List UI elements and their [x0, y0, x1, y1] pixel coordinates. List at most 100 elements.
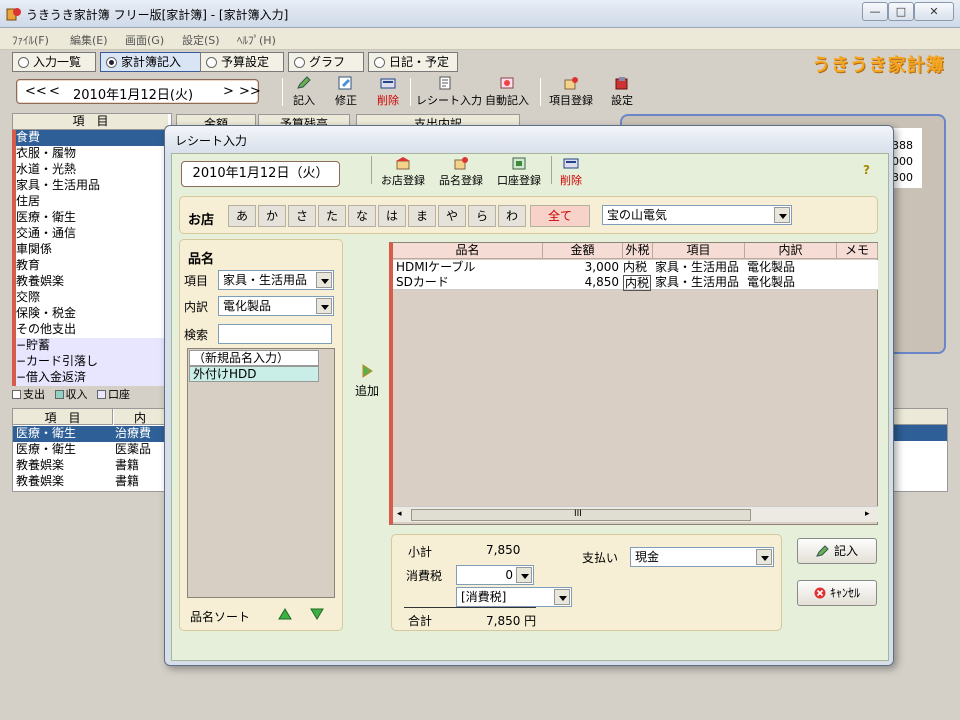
- category-item[interactable]: 教養娯楽: [12, 274, 168, 290]
- category-item[interactable]: その他支出: [12, 322, 168, 338]
- item-register-button[interactable]: 項目登録: [546, 76, 596, 110]
- tab-ledger-entry[interactable]: 家計簿記入: [100, 52, 202, 72]
- dialog-delete-button[interactable]: 削除: [555, 156, 587, 188]
- kana-filter-sa[interactable]: さ: [288, 205, 316, 227]
- detail-select[interactable]: 電化製品: [218, 296, 334, 316]
- tax-amount-select[interactable]: 0: [456, 565, 534, 585]
- col-header-amount[interactable]: 金額: [543, 243, 623, 259]
- delete-button[interactable]: 削除: [372, 76, 404, 110]
- scroll-thumb[interactable]: III: [411, 509, 751, 521]
- entry-row[interactable]: 教養娯楽 書籍: [13, 474, 166, 490]
- entry-row[interactable]: 医療・衛生 医薬品: [13, 442, 166, 458]
- category-item[interactable]: 医療・衛生: [12, 210, 168, 226]
- close-button[interactable]: ✕: [914, 2, 954, 21]
- scroll-grip: III: [574, 509, 582, 519]
- chevron-down-icon[interactable]: [316, 298, 332, 314]
- save-label: 記入: [833, 544, 858, 558]
- kana-filter-ra[interactable]: ら: [468, 205, 496, 227]
- search-input[interactable]: [218, 324, 332, 344]
- chevron-down-icon[interactable]: [316, 272, 332, 288]
- save-button[interactable]: 記入: [797, 538, 877, 564]
- add-label: 追加: [354, 384, 379, 398]
- add-button[interactable]: 追加: [349, 364, 385, 398]
- sort-down-icon[interactable]: [310, 608, 324, 620]
- kana-filter-ma[interactable]: ま: [408, 205, 436, 227]
- shop-register-button[interactable]: お店登録: [377, 156, 429, 188]
- col-header-name[interactable]: 品名: [393, 243, 543, 259]
- prev-month-button[interactable]: <<: [25, 84, 47, 99]
- category-item[interactable]: 衣服・履物: [12, 146, 168, 162]
- scroll-left-icon[interactable]: ◂: [397, 509, 402, 519]
- kana-filter-ya[interactable]: や: [438, 205, 466, 227]
- menu-view[interactable]: 画面(G): [125, 32, 164, 48]
- payment-select[interactable]: 現金: [630, 547, 774, 567]
- receipt-input-button[interactable]: レシート入力: [416, 76, 482, 110]
- minimize-button[interactable]: —: [862, 2, 888, 21]
- sort-up-icon[interactable]: [278, 608, 292, 620]
- kana-filter-all[interactable]: 全て: [530, 205, 590, 227]
- write-button[interactable]: 記入: [288, 76, 320, 110]
- category-item[interactable]: 水道・光熱: [12, 162, 168, 178]
- category-item[interactable]: 住居: [12, 194, 168, 210]
- category-item[interactable]: −貯蓄: [12, 338, 168, 354]
- item-name-register-button[interactable]: 品名登録: [435, 156, 487, 188]
- next-day-button[interactable]: >: [223, 84, 234, 99]
- category-item[interactable]: −カード引落し: [12, 354, 168, 370]
- maximize-button[interactable]: □: [888, 2, 914, 21]
- help-icon[interactable]: ?: [863, 163, 870, 177]
- receipt-date[interactable]: 2010年1月12日（火）: [181, 161, 340, 187]
- category-item[interactable]: 車関係: [12, 242, 168, 258]
- col-header-tax[interactable]: 外税: [623, 243, 653, 259]
- col-header-memo[interactable]: メモ: [837, 243, 878, 259]
- menu-help[interactable]: ﾍﾙﾌﾟ(H): [237, 32, 276, 48]
- list-item[interactable]: （新規品名入力）: [189, 350, 319, 366]
- kana-filter-a[interactable]: あ: [228, 205, 256, 227]
- cancel-button[interactable]: ｷｬﾝｾﾙ: [797, 580, 877, 606]
- menu-edit[interactable]: 編集(E): [70, 32, 108, 48]
- category-item[interactable]: 家具・生活用品: [12, 178, 168, 194]
- chevron-down-icon[interactable]: [756, 549, 772, 565]
- menu-settings[interactable]: 設定(S): [182, 32, 220, 48]
- tab-diary[interactable]: 日記・予定: [368, 52, 458, 72]
- kana-filter-ka[interactable]: か: [258, 205, 286, 227]
- tab-input-list[interactable]: 入力一覧: [12, 52, 96, 72]
- tax-type-select[interactable]: [消費税]: [456, 587, 572, 607]
- edit-button[interactable]: 修正: [330, 76, 362, 110]
- col-header-category[interactable]: 項目: [653, 243, 745, 259]
- auto-entry-button[interactable]: 自動記入: [480, 76, 534, 110]
- category-item[interactable]: 交際: [12, 290, 168, 306]
- col-header-detail[interactable]: 内訳: [745, 243, 837, 259]
- kana-filter-ta[interactable]: た: [318, 205, 346, 227]
- account-icon: [512, 157, 526, 170]
- table-row[interactable]: SDカード 4,850 内税 家具・生活用品 電化製品: [393, 275, 878, 291]
- cell-amount: 4,850: [584, 275, 619, 289]
- chevron-down-icon[interactable]: [774, 207, 790, 223]
- category-item[interactable]: 交通・通信: [12, 226, 168, 242]
- settings-button[interactable]: 設定: [606, 76, 638, 110]
- category-item[interactable]: 教育: [12, 258, 168, 274]
- entry-row[interactable]: 教養娯楽 書籍: [13, 458, 166, 474]
- category-item[interactable]: −借入金返済: [12, 370, 168, 386]
- kana-filter-wa[interactable]: わ: [498, 205, 526, 227]
- horizontal-scrollbar[interactable]: ◂ III ▸: [393, 506, 878, 522]
- entry-row[interactable]: 医療・衛生 治療費: [13, 426, 166, 442]
- kana-filter-ha[interactable]: は: [378, 205, 406, 227]
- shop-select[interactable]: 宝の山電気: [602, 205, 792, 225]
- category-item[interactable]: 食費: [12, 130, 168, 146]
- tab-budget[interactable]: 予算設定: [200, 52, 284, 72]
- scroll-right-icon[interactable]: ▸: [865, 509, 870, 519]
- table-row[interactable]: HDMIケーブル 3,000 内税 家具・生活用品 電化製品: [393, 260, 878, 275]
- kana-filter-na[interactable]: な: [348, 205, 376, 227]
- tab-graph[interactable]: グラフ: [288, 52, 364, 72]
- chevron-down-icon[interactable]: [516, 567, 532, 583]
- category-item[interactable]: 保険・税金: [12, 306, 168, 322]
- category-select[interactable]: 家具・生活用品: [218, 270, 334, 290]
- chevron-down-icon[interactable]: [554, 589, 570, 605]
- menu-file[interactable]: ﾌｧｲﾙ(F): [12, 32, 49, 48]
- next-month-button[interactable]: >>: [239, 84, 261, 99]
- prev-day-button[interactable]: <: [49, 84, 60, 99]
- list-item[interactable]: 外付けHDD: [189, 366, 319, 382]
- pencil-icon: [297, 76, 311, 89]
- account-register-button[interactable]: 口座登録: [493, 156, 545, 188]
- cell-tax[interactable]: 内税: [623, 275, 652, 291]
